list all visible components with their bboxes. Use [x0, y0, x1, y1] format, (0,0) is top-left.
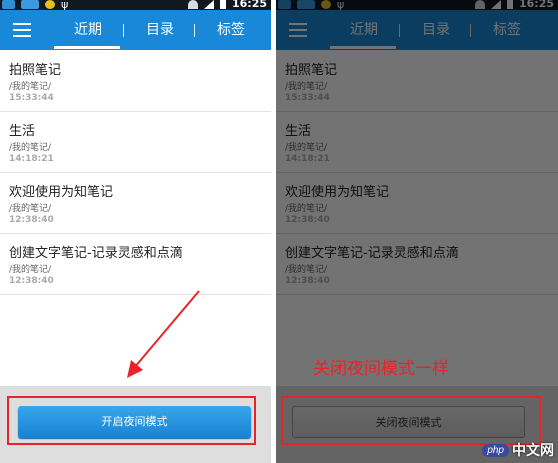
active-tab-indicator: [330, 46, 396, 49]
note-list: 拍照笔记 /我的笔记/ 15:33:44 生活 /我的笔记/ 14:18:21 …: [0, 51, 271, 295]
app-badge-icon: [45, 0, 55, 9]
top-app-bar: 近期 目录 标签: [0, 10, 271, 50]
tab-catalog[interactable]: 目录: [416, 10, 456, 50]
note-folder: /我的笔记/: [285, 143, 328, 153]
note-folder: /我的笔记/: [9, 82, 52, 92]
annotation-text: 关闭夜间模式一样: [313, 359, 449, 379]
note-title: 拍照笔记: [285, 63, 338, 78]
list-item[interactable]: 创建文字笔记-记录灵感和点滴 /我的笔记/ 12:38:40: [0, 234, 271, 295]
wifi-icon: [187, 0, 198, 9]
tab-divider: [399, 24, 400, 37]
note-title: 拍照笔记: [9, 63, 62, 78]
active-tab-indicator: [54, 46, 120, 49]
highlight-box: [281, 396, 541, 445]
note-title: 生活: [9, 124, 36, 139]
note-list: 拍照笔记 /我的笔记/ 15:33:44 生活 /我的笔记/ 14:18:21 …: [276, 51, 558, 295]
note-title: 创建文字笔记-记录灵感和点滴: [285, 246, 459, 261]
wifi-icon: [474, 0, 485, 9]
note-folder: /我的笔记/: [9, 265, 52, 275]
status-time: 16:25: [231, 0, 267, 10]
usb-icon: ψ: [61, 0, 69, 10]
note-folder: /我的笔记/: [285, 82, 328, 92]
tab-divider: [470, 24, 471, 37]
list-item[interactable]: 生活 /我的笔记/ 14:18:21: [0, 112, 271, 173]
note-time: 12:38:40: [285, 215, 330, 225]
signal-icon: [490, 0, 501, 9]
tab-catalog[interactable]: 目录: [140, 10, 180, 50]
hamburger-menu-icon[interactable]: [289, 23, 307, 37]
note-folder: /我的笔记/: [9, 204, 52, 214]
tab-tags[interactable]: 标签: [487, 10, 527, 50]
note-time: 12:38:40: [9, 276, 54, 286]
tab-recent[interactable]: 近期: [344, 10, 384, 50]
top-app-bar: 近期 目录 标签: [276, 10, 558, 50]
hamburger-menu-icon[interactable]: [13, 23, 31, 37]
battery-icon: [219, 0, 226, 9]
watermark-text: 中文网: [512, 442, 554, 458]
note-time: 15:33:44: [285, 93, 330, 103]
app-notification-icon: [2, 0, 15, 9]
watermark: php 中文网: [482, 440, 554, 460]
list-item[interactable]: 欢迎使用为知笔记 /我的笔记/ 12:38:40: [0, 173, 271, 234]
screen-night-mode: ψ 16:25 近期 目录 标签 拍照笔记 /我的笔记/ 15:33:44 生活…: [276, 0, 558, 463]
enable-night-mode-button[interactable]: 开启夜间模式: [18, 406, 251, 438]
note-time: 15:33:44: [9, 93, 54, 103]
note-time: 12:38:40: [285, 276, 330, 286]
usb-icon: ψ: [337, 0, 345, 10]
note-time: 14:18:21: [9, 154, 54, 164]
signal-icon: [203, 0, 214, 9]
tab-recent[interactable]: 近期: [68, 10, 108, 50]
note-time: 12:38:40: [9, 215, 54, 225]
note-folder: /我的笔记/: [9, 143, 52, 153]
note-title: 欢迎使用为知笔记: [285, 185, 390, 200]
list-item[interactable]: 欢迎使用为知笔记 /我的笔记/ 12:38:40: [276, 173, 558, 234]
status-bar: ψ 16:25: [0, 0, 271, 10]
list-item[interactable]: 拍照笔记 /我的笔记/ 15:33:44: [276, 51, 558, 112]
note-folder: /我的笔记/: [285, 204, 328, 214]
tab-divider: [194, 24, 195, 37]
app-notification-icon: [278, 0, 291, 9]
watermark-badge: php: [482, 443, 509, 457]
photo-notification-icon: [21, 0, 39, 9]
app-badge-icon: [321, 0, 331, 9]
note-title: 生活: [285, 124, 312, 139]
photo-notification-icon: [297, 0, 315, 9]
status-time: 16:25: [518, 0, 554, 10]
tab-divider: [123, 24, 124, 37]
screen-day-mode: ψ 16:25 近期 目录 标签 拍照笔记 /我的笔记/ 15:33:44 生活…: [0, 0, 271, 463]
note-title: 欢迎使用为知笔记: [9, 185, 114, 200]
battery-icon: [506, 0, 513, 9]
bottom-bar: 开启夜间模式: [0, 386, 271, 463]
list-item[interactable]: 拍照笔记 /我的笔记/ 15:33:44: [0, 51, 271, 112]
note-title: 创建文字笔记-记录灵感和点滴: [9, 246, 183, 261]
tab-tags[interactable]: 标签: [211, 10, 251, 50]
status-bar: ψ 16:25: [276, 0, 558, 10]
list-item[interactable]: 创建文字笔记-记录灵感和点滴 /我的笔记/ 12:38:40: [276, 234, 558, 295]
note-time: 14:18:21: [285, 154, 330, 164]
note-folder: /我的笔记/: [285, 265, 328, 275]
list-item[interactable]: 生活 /我的笔记/ 14:18:21: [276, 112, 558, 173]
